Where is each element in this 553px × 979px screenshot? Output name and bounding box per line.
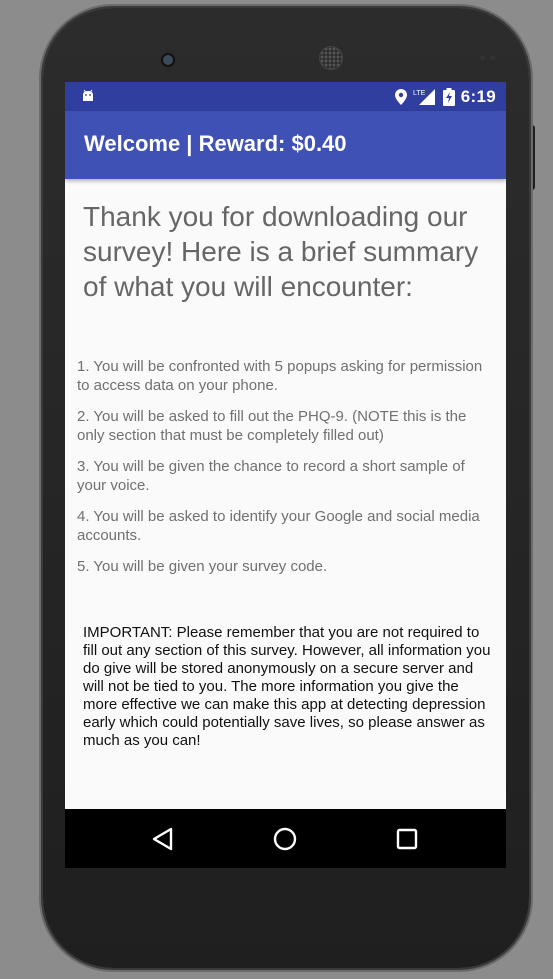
proximity-sensor [480,55,485,60]
status-icons: LTE 6:19 [394,82,496,111]
summary-item-1: 1. You will be confronted with 5 popups … [77,358,483,394]
navigation-bar [65,809,506,868]
signal-icon: LTE [413,88,435,105]
welcome-content[interactable]: Thank you for downloading our survey! He… [65,179,506,809]
recent-apps-icon [396,828,418,850]
welcome-heading: Thank you for downloading our survey! He… [83,201,479,302]
location-icon [394,88,407,105]
clock-time: 6:19 [460,86,496,106]
status-bar: LTE 6:19 [65,82,506,111]
network-type-label: LTE [413,90,426,97]
front-camera-icon [161,53,175,67]
summary-item-5: 5. You will be given your survey code. [77,558,328,575]
home-icon [273,827,297,851]
summary-list: 1. You will be confronted with 5 popups … [77,357,497,588]
home-button[interactable] [267,821,303,857]
important-notice: IMPORTANT: Please remember that you are … [83,624,491,749]
app-bar-title: Welcome | Reward: $0.40 [84,131,347,156]
earpiece-speaker-icon [319,46,343,70]
app-bar: Welcome | Reward: $0.40 [65,111,506,179]
light-sensor [490,55,495,60]
emulator-stage: LTE 6:19 Welcome | Reward: $0.40 Thank y… [0,0,553,979]
back-button[interactable] [145,821,181,857]
summary-item-4: 4. You will be asked to identify your Go… [77,508,480,544]
android-icon [83,89,93,101]
battery-icon [442,87,455,106]
back-icon [152,827,173,851]
summary-item-3: 3. You will be given the chance to recor… [77,458,465,494]
recent-apps-button[interactable] [389,821,425,857]
summary-item-2: 2. You will be asked to fill out the PHQ… [77,408,467,444]
device-screen: LTE 6:19 Welcome | Reward: $0.40 Thank y… [65,82,506,868]
power-button[interactable] [529,125,535,190]
